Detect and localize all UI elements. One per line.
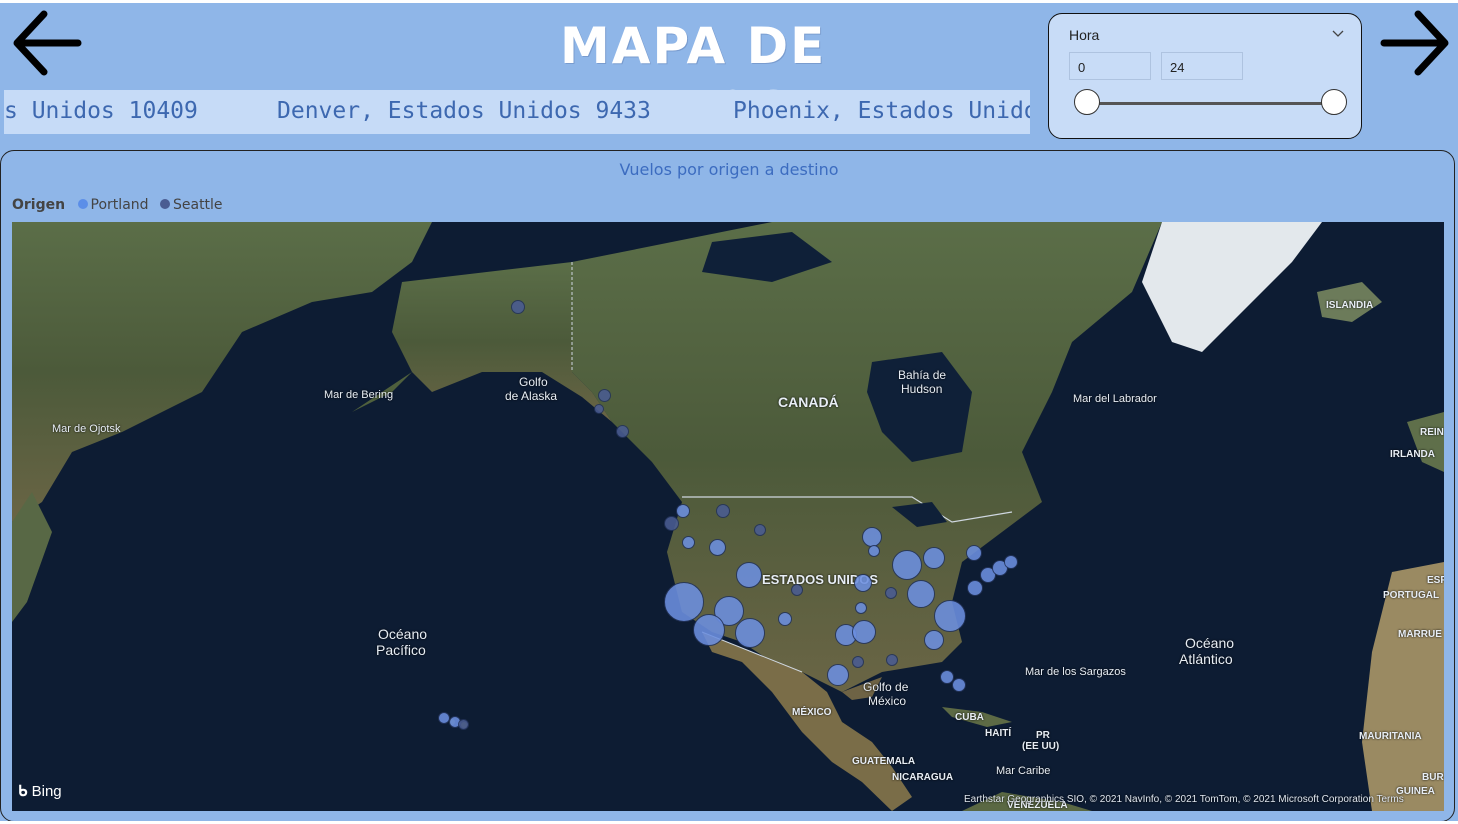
legend-item-seattle[interactable]: Seattle [159,197,223,213]
map-label-mauritania: MAURITANIA [1359,731,1422,742]
map-label-pr-us: (EE UU) [1022,741,1060,752]
map-bubble[interactable] [598,389,611,402]
map-bubble[interactable] [868,545,880,557]
map-bubble[interactable] [594,404,604,414]
map-bubble[interactable] [716,504,730,518]
map-bubble[interactable] [616,425,629,438]
map-label-mexico: MÉXICO [792,707,832,718]
map-bubble[interactable] [852,620,876,644]
map-bubble[interactable] [967,580,983,596]
map-bubble[interactable] [892,550,922,580]
legend-item-portland[interactable]: Portland [77,197,149,213]
map-label-pacific-2: Pacífico [376,642,426,658]
map-label-alaska-gulf-2: de Alaska [505,389,558,403]
map-label-haiti: HAITÍ [985,728,1012,739]
legend-dot-portland [77,199,88,209]
map-bubble[interactable] [709,539,726,556]
map-label-portugal: PORTUGAL [1383,590,1440,601]
map-label-sargazos: Mar de los Sargazos [1025,666,1126,678]
map-label-rein: REIN [1420,427,1444,438]
map-bubble[interactable] [852,656,864,668]
map-label-alaska-gulf-1: Golfo [519,375,548,389]
legend-dot-seattle [159,199,170,209]
map-bubble[interactable] [923,547,945,569]
map-bubble[interactable] [924,630,944,650]
map-label-pacific-1: Océano [378,626,428,642]
map-label-caribe: Mar Caribe [996,765,1051,777]
map-label-nicaragua: NICARAGUA [892,772,954,783]
page-title: MAPA DE VUELOS [560,17,827,139]
slider-min-handle[interactable] [1074,89,1100,115]
arrow-left-icon[interactable] [10,6,84,80]
slider-max-handle[interactable] [1321,89,1347,115]
map-bubble[interactable] [934,600,966,632]
scrolling-ticker: s Unidos 10409 Denver, Estados Unidos 94… [4,90,1030,134]
map-bubble[interactable] [693,614,725,646]
map-label-cuba: CUBA [955,712,984,723]
map-label-canada: CANADÁ [778,394,839,410]
map-bubble[interactable] [952,678,966,692]
map-bubble[interactable] [791,584,803,596]
map-bubble[interactable] [664,582,704,622]
flight-map[interactable]: CANADÁ ESTADOS UNIDOS MÉXICO CUBA HAITÍ … [12,222,1444,811]
slicer-min-input[interactable]: 0 [1069,52,1151,80]
slider-track[interactable] [1087,102,1335,105]
map-bubble[interactable] [754,524,766,536]
map-label-pr: PR [1036,730,1050,741]
bing-b-icon: ᑲ [18,783,28,800]
map-bubble[interactable] [778,612,792,626]
ticker-item: Phoenix, Estados Unido [733,98,1030,124]
map-bubble[interactable] [907,580,935,608]
bing-logo[interactable]: ᑲ Bing [18,782,62,800]
map-bubble[interactable] [1004,555,1018,569]
map-terrain [12,222,1444,811]
map-bubble[interactable] [682,536,695,549]
visual-title: Vuelos por origen a destino [619,160,839,179]
ticker-item: s Unidos 10409 [4,98,198,124]
map-bubble[interactable] [735,618,765,648]
slicer-max-input[interactable]: 24 [1161,52,1243,80]
map-label-hudson-1: Bahía de [898,368,947,382]
legend-title: Origen [12,197,66,213]
map-label-ojotsk: Mar de Ojotsk [52,423,121,435]
arrow-right-icon[interactable] [1378,6,1452,80]
legend: Origen Portland Seattle [12,197,230,215]
map-label-bur: BUR [1422,772,1444,783]
map-bubble[interactable] [827,664,849,686]
map-bubble[interactable] [736,562,762,588]
map-label-irlanda: IRLANDA [1390,449,1435,460]
map-bubble[interactable] [854,574,872,592]
map-label-atlantic-2: Atlántico [1179,651,1233,667]
map-label-labrador: Mar del Labrador [1073,393,1157,405]
chevron-down-icon[interactable] [1331,28,1345,38]
map-label-bering: Mar de Bering [324,389,394,401]
map-bubble[interactable] [966,545,982,561]
slicer-label: Hora [1069,27,1100,43]
map-bubble[interactable] [862,527,882,547]
map-label-marrue: MARRUE [1398,629,1442,640]
map-bubble[interactable] [886,654,898,666]
map-attribution[interactable]: Earthstar Geographics SIO, © 2021 NavInf… [964,794,1404,805]
map-bubble[interactable] [458,719,469,730]
hour-slicer[interactable]: Hora 0 24 [1048,13,1362,139]
map-bubble[interactable] [664,516,679,531]
map-label-gulf-mexico-1: Golfo de [863,680,909,694]
top-strip [0,0,1458,3]
ticker-item: Denver, Estados Unidos 9433 [277,98,651,124]
map-bubble[interactable] [855,602,867,614]
map-label-gulf-mexico-2: México [868,694,907,708]
map-bubble[interactable] [885,587,897,599]
map-label-hudson-2: Hudson [901,382,943,396]
map-bubble[interactable] [676,504,690,518]
map-label-esp: ESP [1427,575,1444,586]
map-label-islandia: ISLANDIA [1326,300,1374,311]
map-bubble[interactable] [511,300,525,314]
map-label-guatemala: GUATEMALA [852,756,916,767]
map-label-atlantic-1: Océano [1185,635,1235,651]
